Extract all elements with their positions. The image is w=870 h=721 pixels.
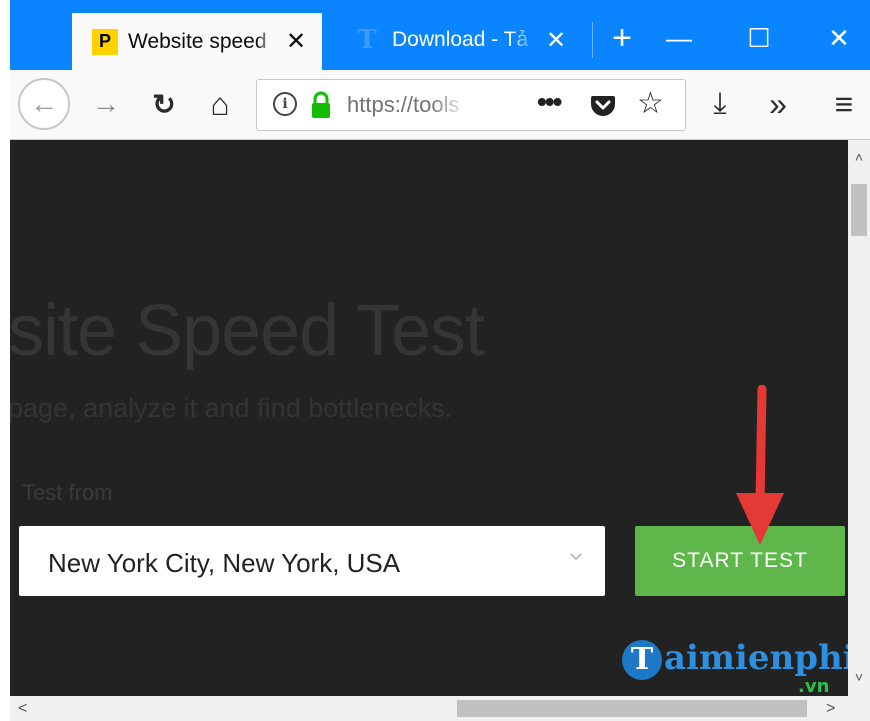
- horizontal-scroll-thumb[interactable]: [457, 700, 807, 717]
- downloads-icon[interactable]: ⤓: [698, 82, 742, 126]
- scroll-left-icon[interactable]: <: [18, 696, 27, 721]
- page-content: site Speed Test page, analyze it and fin…: [10, 140, 848, 696]
- test-from-label: Test from: [22, 480, 113, 505]
- tab-title: Download - Tả: [392, 28, 529, 51]
- vertical-scroll-thumb[interactable]: [851, 184, 867, 236]
- tab-close-icon[interactable]: ✕: [278, 27, 314, 56]
- page-actions-icon[interactable]: •••: [537, 86, 562, 118]
- minimize-button[interactable]: —: [651, 18, 707, 58]
- site-info-icon[interactable]: i: [273, 92, 297, 116]
- tab-separator: [592, 22, 593, 58]
- window-frame: [0, 0, 10, 721]
- overflow-chevron-icon[interactable]: »: [756, 82, 800, 126]
- red-arrow-annotation: [736, 385, 784, 545]
- pocket-icon[interactable]: [590, 92, 616, 118]
- taimienphi-watermark: Taimienphi: [622, 638, 848, 680]
- close-window-button[interactable]: ✕: [811, 18, 867, 58]
- page-subtitle: page, analyze it and find bottlenecks.: [10, 393, 453, 423]
- location-value: New York City, New York, USA: [48, 548, 401, 578]
- back-button[interactable]: ←: [18, 78, 70, 130]
- taimienphi-favicon-icon: T: [357, 25, 377, 55]
- maximize-button[interactable]: ☐: [731, 18, 787, 58]
- tab-website-speed[interactable]: P Website speed ✕: [72, 10, 322, 70]
- navigation-bar: ← → ↻ ⌂ i https://tools ••• ☆ ⤓ » ≡: [10, 70, 870, 140]
- watermark-text: aimienphi: [664, 638, 848, 678]
- tab-close-icon[interactable]: ✕: [538, 26, 574, 55]
- bookmark-star-icon[interactable]: ☆: [637, 86, 664, 121]
- horizontal-scrollbar[interactable]: < >: [10, 696, 870, 721]
- tab-download[interactable]: T Download - Tả ✕: [340, 10, 582, 70]
- watermark-logo-icon: T: [622, 640, 662, 680]
- page-title: site Speed Test: [10, 291, 485, 371]
- home-button[interactable]: ⌂: [198, 82, 242, 126]
- reload-button[interactable]: ↻: [142, 82, 186, 126]
- watermark-suffix: .vn: [798, 676, 830, 696]
- scroll-up-icon[interactable]: ˄: [848, 146, 870, 168]
- vertical-scrollbar[interactable]: ˄ ˅: [848, 140, 870, 696]
- menu-hamburger-icon[interactable]: ≡: [822, 82, 866, 126]
- forward-button[interactable]: →: [84, 82, 128, 126]
- scroll-right-icon[interactable]: >: [826, 696, 835, 721]
- pingdom-favicon-icon: P: [92, 28, 118, 55]
- padlock-icon: [312, 91, 330, 118]
- new-tab-button[interactable]: +: [602, 18, 642, 58]
- url-text[interactable]: https://tools: [347, 92, 467, 118]
- tab-title: Website speed: [128, 29, 267, 53]
- chevron-down-icon: [570, 553, 582, 561]
- title-bar: P Website speed ✕ T Download - Tả ✕ + — …: [10, 0, 870, 70]
- url-bar[interactable]: i https://tools ••• ☆: [256, 79, 686, 131]
- scroll-down-icon[interactable]: ˅: [848, 666, 870, 688]
- location-select[interactable]: New York City, New York, USA: [19, 526, 605, 596]
